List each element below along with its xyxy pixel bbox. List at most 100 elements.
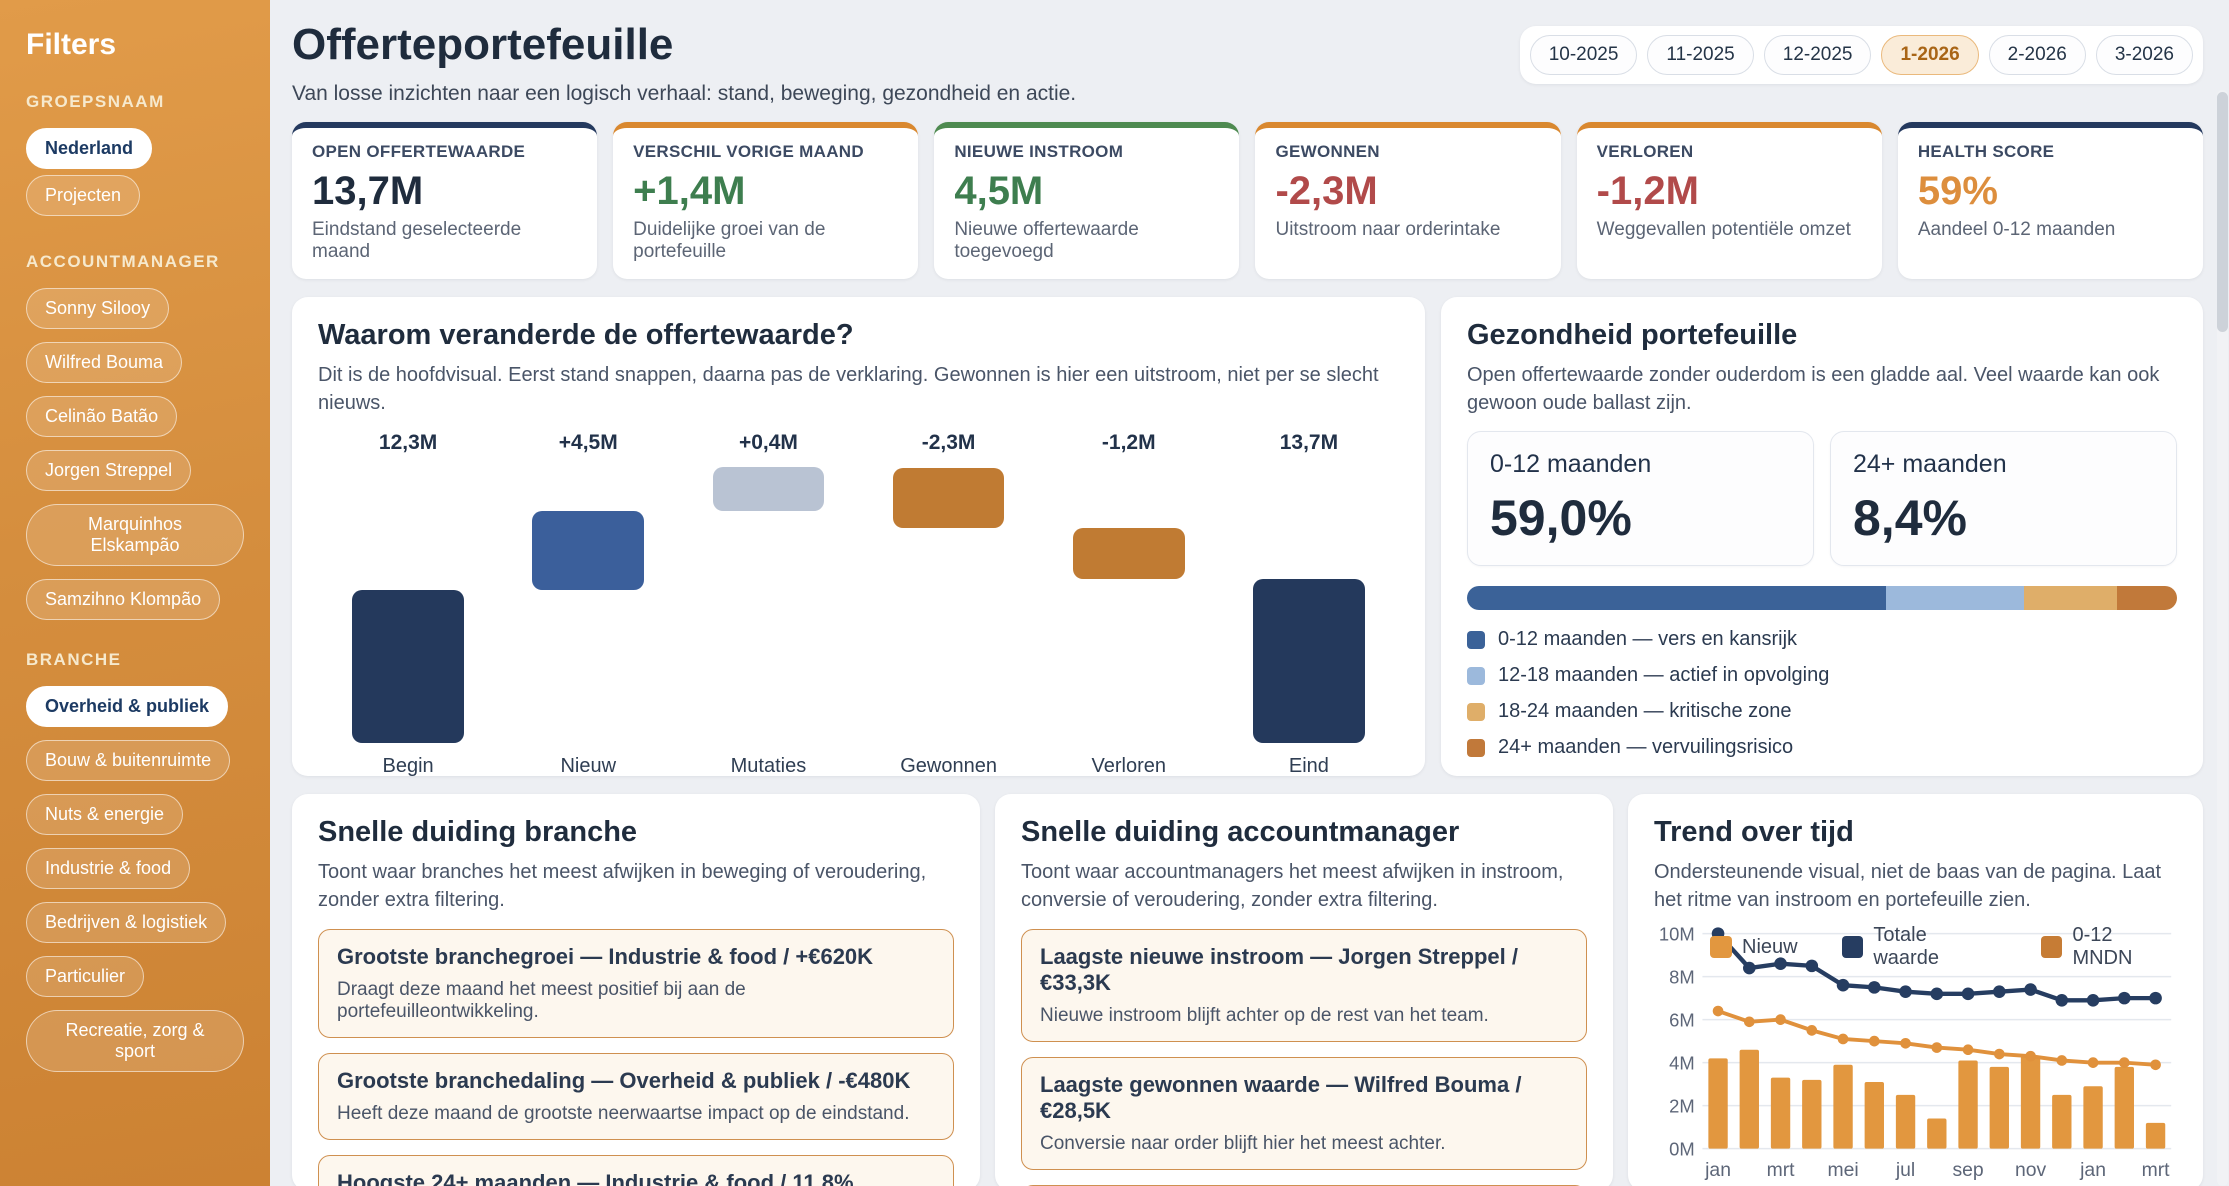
legend-label: 0-12 maanden — vers en kansrijk — [1498, 628, 1797, 651]
trend-legend-swatch — [1842, 936, 1864, 958]
legend-label: 18-24 maanden — kritische zone — [1498, 700, 1792, 723]
kpi-label: NIEUWE INSTROOM — [954, 142, 1219, 162]
branche-insight-cards: Grootste branchegroei — Industrie & food… — [318, 929, 954, 1186]
filter-chip-particulier[interactable]: Particulier — [26, 956, 144, 997]
legend-swatch — [1467, 703, 1485, 721]
scrollbar[interactable] — [2217, 90, 2228, 1186]
header-row: Offerteportefeuille Van losse inzichten … — [292, 14, 2203, 122]
filter-chip-nederland[interactable]: Nederland — [26, 128, 152, 169]
filter-chip-recreatie-zorg-sport[interactable]: Recreatie, zorg & sport — [26, 1010, 244, 1072]
am-panel-desc: Toont waar accountmanagers het meest afw… — [1021, 859, 1587, 914]
waterfall-category-label: Begin — [318, 755, 498, 776]
insight-card: Hoogste 24+ maanden — Industrie & food /… — [318, 1155, 954, 1186]
filter-chip-bouw-buitenruimte[interactable]: Bouw & buitenruimte — [26, 740, 230, 781]
trend-panel-desc: Ondersteunende visual, niet de baas van … — [1654, 859, 2177, 914]
filter-chip-jorgen-streppel[interactable]: Jorgen Streppel — [26, 450, 191, 491]
legend-item: 24+ maanden — vervuilingsrisico — [1467, 736, 2177, 759]
chip-group-accountmanager: Sonny Silooy Wilfred Bouma Celinão Batão Jo… — [26, 288, 244, 620]
svg-text:jan: jan — [2079, 1159, 2106, 1181]
waterfall-bar-verloren — [1073, 528, 1185, 579]
svg-text:2M: 2M — [1669, 1096, 1695, 1117]
filter-chip-overheid-publiek[interactable]: Overheid & publiek — [26, 686, 228, 727]
waterfall-category-label: Verloren — [1039, 755, 1219, 776]
waterfall-value-label: -2,3M — [859, 431, 1039, 455]
legend-label: 24+ maanden — vervuilingsrisico — [1498, 736, 1793, 759]
kpi-label: VERLOREN — [1597, 142, 1862, 162]
month-button-11-2025[interactable]: 11-2025 — [1647, 35, 1753, 75]
kpi-card-verschil-vorige-maand: VERSCHIL VORIGE MAAND+1,4MDuidelijke gro… — [613, 122, 918, 279]
health-box-24-plus: 24+ maanden 8,4% — [1830, 431, 2177, 566]
kpi-label: VERSCHIL VORIGE MAAND — [633, 142, 898, 162]
insight-card: Laagste nieuwe instroom — Jorgen Streppe… — [1021, 929, 1587, 1042]
filter-chip-celin-o-bat-o[interactable]: Celinão Batão — [26, 396, 177, 437]
kpi-value: 13,7M — [312, 169, 577, 214]
am-panel-title: Snelle duiding accountmanager — [1021, 816, 1587, 849]
month-button-1-2026[interactable]: 1-2026 — [1881, 35, 1978, 75]
kpi-card-health-score: HEALTH SCORE59%Aandeel 0-12 maanden — [1898, 122, 2203, 279]
svg-text:6M: 6M — [1669, 1010, 1695, 1031]
filter-chip-bedrijven-logistiek[interactable]: Bedrijven & logistiek — [26, 902, 226, 943]
month-button-10-2025[interactable]: 10-2025 — [1530, 35, 1638, 75]
sidebar-section-label-accountmanager: ACCOUNTMANAGER — [26, 252, 244, 272]
insight-card: Grootste branchedaling — Overheid & publ… — [318, 1053, 954, 1140]
svg-text:0M: 0M — [1669, 1139, 1695, 1160]
trend-legend-swatch — [1710, 936, 1732, 958]
waterfall-category-label: Eind — [1219, 755, 1399, 776]
filter-chip-projecten[interactable]: Projecten — [26, 175, 140, 216]
insight-card-body: Draagt deze maand het meest positief bij… — [337, 979, 935, 1023]
insight-card: Laagste gewonnen waarde — Wilfred Bouma … — [1021, 1057, 1587, 1170]
sidebar-section-label-branche: BRANCHE — [26, 650, 244, 670]
health-panel-desc: Open offertewaarde zonder ouderdom is ee… — [1467, 362, 2177, 417]
legend-item: 18-24 maanden — kritische zone — [1467, 700, 2177, 723]
stack-segment-0-12-maanden — [1467, 586, 1886, 610]
filter-chip-nuts-energie[interactable]: Nuts & energie — [26, 794, 183, 835]
waterfall-category-labels: BeginNieuwMutatiesGewonnenVerlorenEind — [318, 755, 1399, 776]
age-distribution-legend: 0-12 maanden — vers en kansrijk 12-18 maa… — [1467, 628, 2177, 759]
health-box-label: 0-12 maanden — [1490, 450, 1791, 479]
filters-title: Filters — [26, 28, 244, 62]
filter-chip-wilfred-bouma[interactable]: Wilfred Bouma — [26, 342, 182, 383]
branche-insights-panel: Snelle duiding branche Toont waar branch… — [292, 794, 980, 1186]
waterfall-bar-begin — [352, 590, 464, 743]
kpi-label: OPEN OFFERTEWAARDE — [312, 142, 577, 162]
page-subtitle: Van losse inzichten naar een logisch ver… — [292, 82, 1076, 106]
legend-swatch — [1467, 739, 1485, 757]
kpi-label: GEWONNEN — [1275, 142, 1540, 162]
dashboard-page: Filters GROEPSNAAMNederlandProjectenACCO… — [0, 0, 2229, 1186]
insight-card-title: Laagste nieuwe instroom — Jorgen Streppe… — [1040, 944, 1568, 996]
waterfall-value-label: -1,2M — [1039, 431, 1219, 455]
branche-panel-desc: Toont waar branches het meest afwijken i… — [318, 859, 954, 914]
month-button-2-2026[interactable]: 2-2026 — [1989, 35, 2086, 75]
filter-chip-sonny-silooy[interactable]: Sonny Silooy — [26, 288, 169, 329]
legend-item: 0-12 maanden — vers en kansrijk — [1467, 628, 2177, 651]
svg-text:8M: 8M — [1669, 967, 1695, 988]
stack-segment-12-18-maanden — [1886, 586, 2024, 610]
legend-swatch — [1467, 631, 1485, 649]
waterfall-panel: Waarom veranderde de offertewaarde? Dit … — [292, 297, 1425, 776]
trend-legend-item-totale-waarde: Totale waarde — [1842, 924, 1997, 970]
filter-chip-samzihno-klomp-o[interactable]: Samzihno Klompão — [26, 579, 220, 620]
trend-panel: Trend over tijd Ondersteunende visual, n… — [1628, 794, 2203, 1186]
branche-panel-title: Snelle duiding branche — [318, 816, 954, 849]
waterfall-panel-desc: Dit is de hoofdvisual. Eerst stand snapp… — [318, 362, 1399, 417]
stack-segment-18-24-maanden — [2024, 586, 2117, 610]
kpi-value: +1,4M — [633, 169, 898, 214]
filter-chip-marquinhos-elskamp-o[interactable]: Marquinhos Elskampão — [26, 504, 244, 566]
main-content: Offerteportefeuille Van losse inzichten … — [270, 0, 2229, 1186]
health-box-value: 8,4% — [1853, 489, 2154, 547]
kpi-value: -1,2M — [1597, 169, 1862, 214]
kpi-subtext: Eindstand geselecteerde maand — [312, 219, 577, 263]
chip-group-branche: Overheid & publiek Bouw & buitenruimte Nut… — [26, 686, 244, 1072]
filter-chip-industrie-food[interactable]: Industrie & food — [26, 848, 190, 889]
bottom-row: Snelle duiding branche Toont waar branch… — [292, 794, 2203, 1186]
svg-text:mei: mei — [1827, 1159, 1858, 1181]
waterfall-value-label: +0,4M — [678, 431, 858, 455]
insight-card-title: Grootste branchegroei — Industrie & food… — [337, 944, 935, 970]
month-button-3-2026[interactable]: 3-2026 — [2096, 35, 2193, 75]
waterfall-bar-nieuw — [532, 511, 644, 590]
month-button-12-2025[interactable]: 12-2025 — [1764, 35, 1872, 75]
scrollbar-thumb[interactable] — [2217, 92, 2228, 332]
kpi-value: 59% — [1918, 169, 2183, 214]
svg-text:4M: 4M — [1669, 1053, 1695, 1074]
legend-item: 12-18 maanden — actief in opvolging — [1467, 664, 2177, 687]
